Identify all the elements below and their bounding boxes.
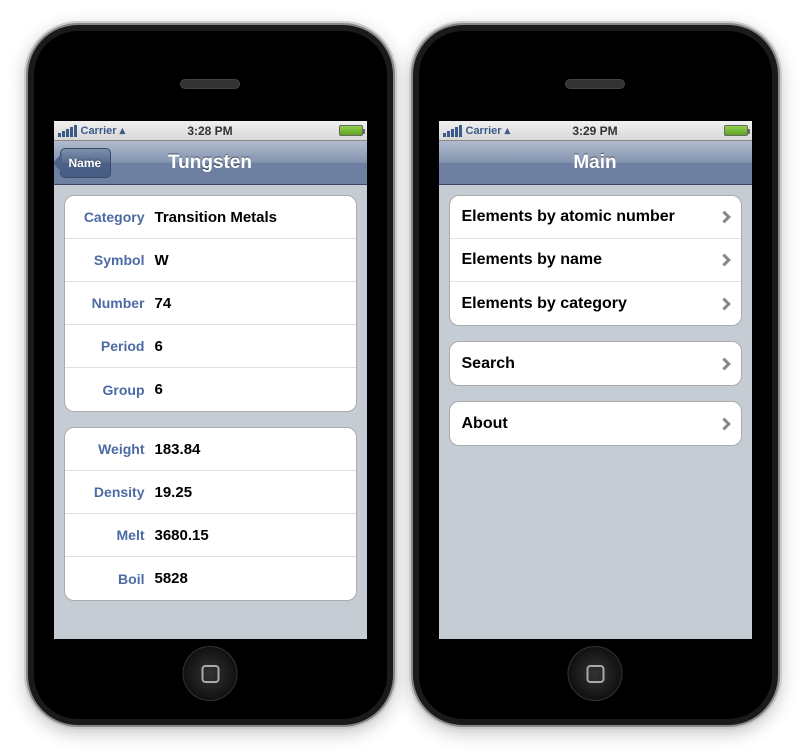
row-value: 19.25: [155, 484, 193, 501]
menu-item-category[interactable]: Elements by category: [450, 282, 741, 325]
table-row: Symbol W: [65, 239, 356, 282]
device-frame: Carrier ▴ 3:29 PM Main Elements by atomi…: [419, 31, 772, 719]
nav-bar: Main: [439, 141, 752, 185]
chevron-right-icon: [718, 254, 731, 267]
menu-group-elements: Elements by atomic number Elements by na…: [449, 195, 742, 326]
speaker-grill: [180, 79, 240, 89]
row-value: 5828: [155, 570, 188, 587]
chevron-right-icon: [718, 417, 731, 430]
signal-icon: [443, 125, 462, 137]
chevron-right-icon: [718, 297, 731, 310]
menu-group-about: About: [449, 401, 742, 446]
menu-label: Elements by category: [462, 295, 627, 313]
back-label: Name: [65, 156, 102, 170]
home-button[interactable]: [183, 646, 238, 701]
battery-icon: [339, 125, 363, 136]
table-row: Group 6: [65, 368, 356, 411]
home-icon: [586, 665, 604, 683]
table-row: Boil 5828: [65, 557, 356, 600]
menu-label: Elements by name: [462, 251, 603, 269]
battery-icon: [724, 125, 748, 136]
home-icon: [201, 665, 219, 683]
table-row: Period 6: [65, 325, 356, 368]
device-frame: Carrier ▴ 3:28 PM Name Tungsten Category…: [34, 31, 387, 719]
row-label: Boil: [77, 571, 145, 587]
menu-item-search[interactable]: Search: [450, 342, 741, 385]
row-label: Group: [77, 382, 145, 398]
row-value: 3680.15: [155, 527, 209, 544]
content[interactable]: Category Transition Metals Symbol W Number…: [54, 185, 367, 639]
screen: Carrier ▴ 3:29 PM Main Elements by atomi…: [439, 121, 752, 639]
row-value: 6: [155, 381, 163, 398]
chevron-right-icon: [718, 357, 731, 370]
chevron-right-icon: [718, 211, 731, 224]
carrier-label: Carrier: [81, 125, 117, 137]
row-label: Category: [77, 209, 145, 225]
row-label: Symbol: [77, 252, 145, 268]
device-right: Carrier ▴ 3:29 PM Main Elements by atomi…: [413, 25, 778, 725]
device-left: Carrier ▴ 3:28 PM Name Tungsten Category…: [28, 25, 393, 725]
row-value: 74: [155, 295, 172, 312]
table-row: Weight 183.84: [65, 428, 356, 471]
back-button[interactable]: Name: [60, 148, 112, 178]
properties-group-1: Category Transition Metals Symbol W Number…: [64, 195, 357, 412]
menu-item-atomic-number[interactable]: Elements by atomic number: [450, 196, 741, 239]
menu-label: Elements by atomic number: [462, 208, 675, 226]
row-value: Transition Metals: [155, 209, 278, 226]
menu-item-about[interactable]: About: [450, 402, 741, 445]
page-title: Tungsten: [168, 152, 252, 174]
nav-bar: Name Tungsten: [54, 141, 367, 185]
table-row: Number 74: [65, 282, 356, 325]
menu-group-search: Search: [449, 341, 742, 386]
menu-item-name[interactable]: Elements by name: [450, 239, 741, 282]
speaker-grill: [565, 79, 625, 89]
home-button[interactable]: [568, 646, 623, 701]
row-label: Period: [77, 338, 145, 354]
content[interactable]: Elements by atomic number Elements by na…: [439, 185, 752, 639]
row-label: Melt: [77, 527, 145, 543]
menu-label: About: [462, 415, 508, 433]
row-value: 6: [155, 338, 163, 355]
properties-group-2: Weight 183.84 Density 19.25 Melt 3680.15 Bo…: [64, 427, 357, 601]
menu-label: Search: [462, 355, 515, 373]
table-row: Density 19.25: [65, 471, 356, 514]
row-value: W: [155, 252, 169, 269]
page-title: Main: [573, 152, 616, 174]
clock: 3:28 PM: [187, 124, 232, 138]
table-row: Category Transition Metals: [65, 196, 356, 239]
table-row: Melt 3680.15: [65, 514, 356, 557]
status-bar: Carrier ▴ 3:28 PM: [54, 121, 367, 141]
signal-icon: [58, 125, 77, 137]
row-label: Number: [77, 295, 145, 311]
row-value: 183.84: [155, 441, 201, 458]
clock: 3:29 PM: [572, 124, 617, 138]
screen: Carrier ▴ 3:28 PM Name Tungsten Category…: [54, 121, 367, 639]
status-bar: Carrier ▴ 3:29 PM: [439, 121, 752, 141]
carrier-label: Carrier: [466, 125, 502, 137]
row-label: Weight: [77, 441, 145, 457]
row-label: Density: [77, 484, 145, 500]
